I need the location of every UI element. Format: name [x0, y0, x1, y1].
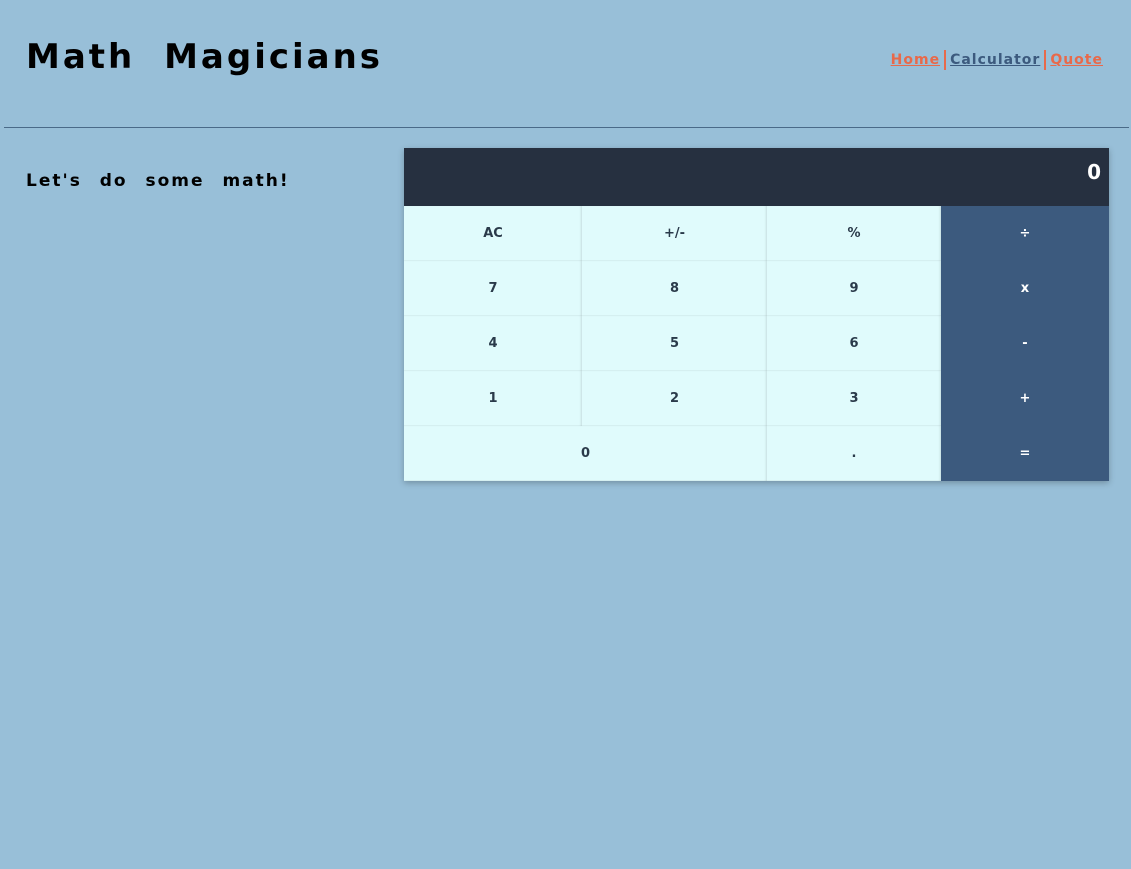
key-5[interactable]: 5 [582, 316, 767, 371]
nav-link-calculator[interactable]: Calculator [949, 50, 1041, 70]
key-1[interactable]: 1 [404, 371, 582, 426]
nav-link-home[interactable]: Home [890, 50, 941, 70]
app-title: Math Magicians [26, 37, 384, 77]
key-clear[interactable]: AC [404, 206, 582, 261]
key-decimal[interactable]: . [767, 426, 941, 481]
key-subtract[interactable]: - [941, 316, 1109, 371]
key-8[interactable]: 8 [582, 261, 767, 316]
key-0[interactable]: 0 [404, 426, 767, 481]
key-9[interactable]: 9 [767, 261, 941, 316]
key-add[interactable]: + [941, 371, 1109, 426]
nav-separator [944, 50, 947, 70]
calculator-display: 0 [404, 148, 1109, 206]
nav-link-quote[interactable]: Quote [1049, 50, 1104, 70]
key-7[interactable]: 7 [404, 261, 582, 316]
key-3[interactable]: 3 [767, 371, 941, 426]
main-nav: Home Calculator Quote [890, 50, 1104, 70]
header-divider [4, 127, 1129, 128]
key-2[interactable]: 2 [582, 371, 767, 426]
calculator: 0 AC +/- % ÷ 7 8 9 x 4 5 6 - 1 2 3 + 0 .… [404, 148, 1109, 481]
calculator-keypad: AC +/- % ÷ 7 8 9 x 4 5 6 - 1 2 3 + 0 . = [404, 206, 1109, 481]
page-subtitle: Let's do some math! [26, 171, 290, 191]
key-percent[interactable]: % [767, 206, 941, 261]
key-divide[interactable]: ÷ [941, 206, 1109, 261]
key-multiply[interactable]: x [941, 261, 1109, 316]
nav-separator [1044, 50, 1047, 70]
key-plus-minus[interactable]: +/- [582, 206, 767, 261]
key-equals[interactable]: = [941, 426, 1109, 481]
key-6[interactable]: 6 [767, 316, 941, 371]
key-4[interactable]: 4 [404, 316, 582, 371]
